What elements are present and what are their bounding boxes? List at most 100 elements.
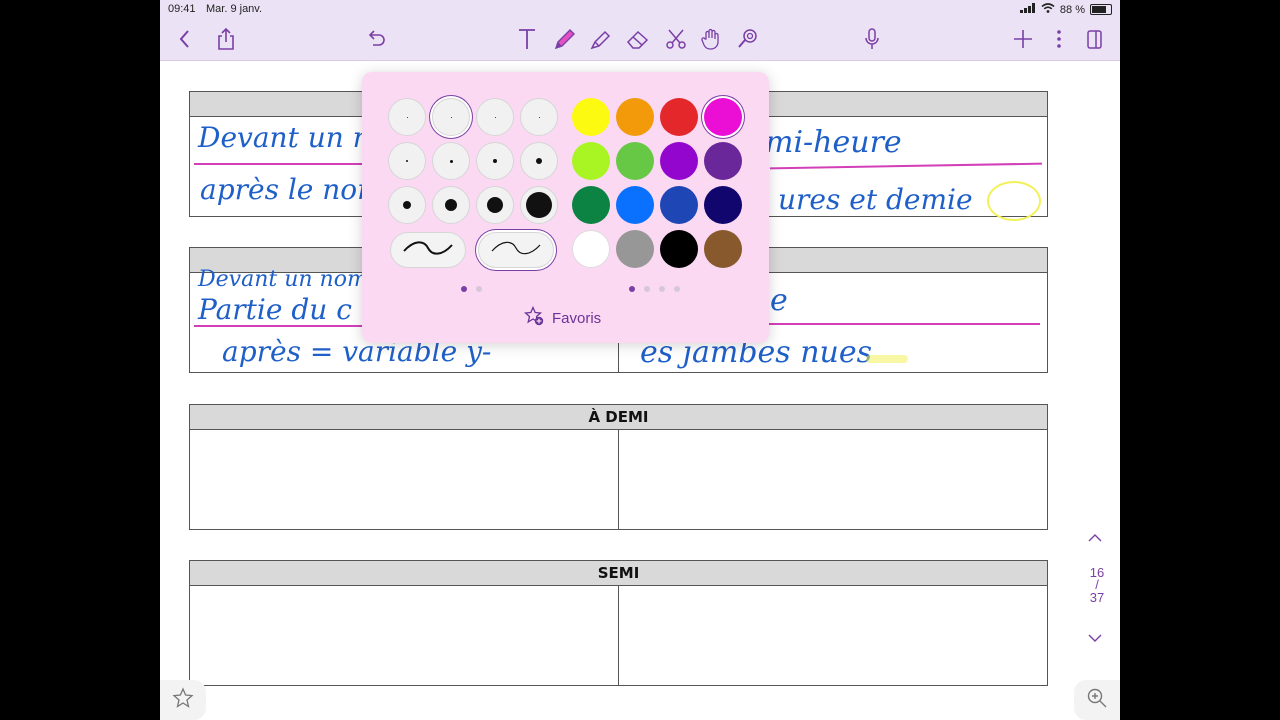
handwriting-text: après le nom xyxy=(200,173,384,206)
handwriting-text: Devant un nom xyxy=(198,267,368,292)
scissors-tool-icon[interactable] xyxy=(659,22,693,56)
pen-size-dot xyxy=(449,159,453,163)
pen-size-option[interactable] xyxy=(432,98,470,136)
color-swatch[interactable] xyxy=(660,186,698,224)
yellow-highlight-stroke xyxy=(866,355,908,363)
page-up-icon[interactable] xyxy=(1087,531,1103,546)
share-icon[interactable] xyxy=(209,22,243,56)
page-dot[interactable] xyxy=(476,286,482,292)
color-swatch[interactable] xyxy=(572,230,610,268)
signal-icon xyxy=(1019,3,1036,16)
page-dot[interactable] xyxy=(644,286,650,292)
wifi-icon xyxy=(1041,3,1055,16)
table-semi: SEMI xyxy=(189,560,1048,686)
toolbar xyxy=(160,18,1120,61)
undo-icon[interactable] xyxy=(359,22,393,56)
page-indicator: 16 / 37 xyxy=(1082,565,1112,605)
pen-size-dot xyxy=(494,116,496,118)
pen-size-dot xyxy=(406,160,408,162)
handwriting-text: Partie du c xyxy=(198,293,352,326)
page-down-icon[interactable] xyxy=(1087,631,1103,646)
pink-ink-line xyxy=(750,323,1040,325)
highlighter-tool-icon[interactable] xyxy=(584,22,618,56)
table-a-demi-header: À DEMI xyxy=(190,405,1047,430)
pen-size-option[interactable] xyxy=(388,98,426,136)
table-semi-body xyxy=(190,586,1047,685)
star-icon xyxy=(172,686,194,714)
microphone-icon[interactable] xyxy=(855,22,889,56)
plain-stroke-option[interactable] xyxy=(390,232,466,268)
add-icon[interactable] xyxy=(1006,22,1040,56)
pen-size-option[interactable] xyxy=(388,186,426,224)
pen-size-dot xyxy=(406,116,408,118)
favorites-button[interactable]: Favoris xyxy=(523,305,602,330)
favorites-star-button[interactable] xyxy=(160,680,206,720)
handwriting-text: mi-heure xyxy=(765,125,902,160)
status-date: Mar. 9 janv. xyxy=(206,3,263,15)
pen-size-option[interactable] xyxy=(476,186,514,224)
more-icon[interactable] xyxy=(1042,22,1076,56)
battery-percent: 88 % xyxy=(1059,3,1085,16)
pressure-stroke-icon xyxy=(488,238,544,263)
pen-size-option[interactable] xyxy=(432,186,470,224)
color-swatch[interactable] xyxy=(616,142,654,180)
pen-size-dot xyxy=(538,116,540,118)
color-swatch[interactable] xyxy=(660,230,698,268)
total-pages-number: 37 xyxy=(1089,590,1105,605)
page-dot[interactable] xyxy=(659,286,665,292)
pen-size-dot xyxy=(487,197,503,213)
color-swatch[interactable] xyxy=(572,142,610,180)
zoom-button[interactable] xyxy=(1074,680,1120,720)
favorites-label: Favoris xyxy=(552,309,602,327)
pressure-stroke-option[interactable] xyxy=(478,232,554,268)
handwriting-text: e xyxy=(770,283,788,318)
color-swatch[interactable] xyxy=(704,142,742,180)
page-dot[interactable] xyxy=(461,286,467,292)
battery-icon xyxy=(1090,4,1112,15)
text-tool-icon[interactable] xyxy=(510,22,544,56)
pen-size-option[interactable] xyxy=(476,98,514,136)
pen-size-dot xyxy=(526,192,552,218)
size-page-dots[interactable] xyxy=(461,286,482,292)
color-page-dots[interactable] xyxy=(629,286,680,292)
star-plus-icon xyxy=(523,305,544,330)
plain-stroke-icon xyxy=(400,238,456,263)
status-time: 09:41 xyxy=(168,3,196,15)
color-swatch[interactable] xyxy=(660,98,698,136)
pen-size-option[interactable] xyxy=(476,142,514,180)
pink-ink-line xyxy=(194,325,364,327)
pen-size-option[interactable] xyxy=(432,142,470,180)
color-swatch[interactable] xyxy=(616,186,654,224)
color-swatch[interactable] xyxy=(704,98,742,136)
hand-tool-icon[interactable] xyxy=(695,22,729,56)
page-dot[interactable] xyxy=(629,286,635,292)
color-swatch[interactable] xyxy=(660,142,698,180)
color-swatch[interactable] xyxy=(616,98,654,136)
color-swatch[interactable] xyxy=(572,98,610,136)
pen-size-option[interactable] xyxy=(388,142,426,180)
laser-pointer-icon[interactable] xyxy=(731,22,765,56)
pen-size-option[interactable] xyxy=(520,142,558,180)
pen-options-popover: Favoris xyxy=(362,72,769,343)
table-divider xyxy=(618,586,619,685)
status-right: 88 % xyxy=(1019,3,1112,16)
pen-size-dot xyxy=(536,158,542,164)
color-swatch[interactable] xyxy=(704,186,742,224)
color-swatch[interactable] xyxy=(572,186,610,224)
table-a-demi: À DEMI xyxy=(189,404,1048,530)
ipad-screen: 09:41 Mar. 9 janv. 88 % Devant un no apr… xyxy=(160,0,1120,720)
pages-icon[interactable] xyxy=(1078,22,1112,56)
pen-size-dot xyxy=(450,116,452,118)
page-dot[interactable] xyxy=(674,286,680,292)
color-swatch[interactable] xyxy=(616,230,654,268)
page-separator: / xyxy=(1095,577,1099,592)
pen-size-dot xyxy=(493,159,497,163)
color-swatch[interactable] xyxy=(704,230,742,268)
pen-tool-icon[interactable] xyxy=(548,22,582,56)
pen-size-option[interactable] xyxy=(520,186,558,224)
eraser-tool-icon[interactable] xyxy=(621,22,655,56)
pen-size-option[interactable] xyxy=(520,98,558,136)
handwriting-text: Devant un no xyxy=(198,121,388,154)
pink-ink-line xyxy=(770,162,1042,170)
back-icon[interactable] xyxy=(168,22,202,56)
